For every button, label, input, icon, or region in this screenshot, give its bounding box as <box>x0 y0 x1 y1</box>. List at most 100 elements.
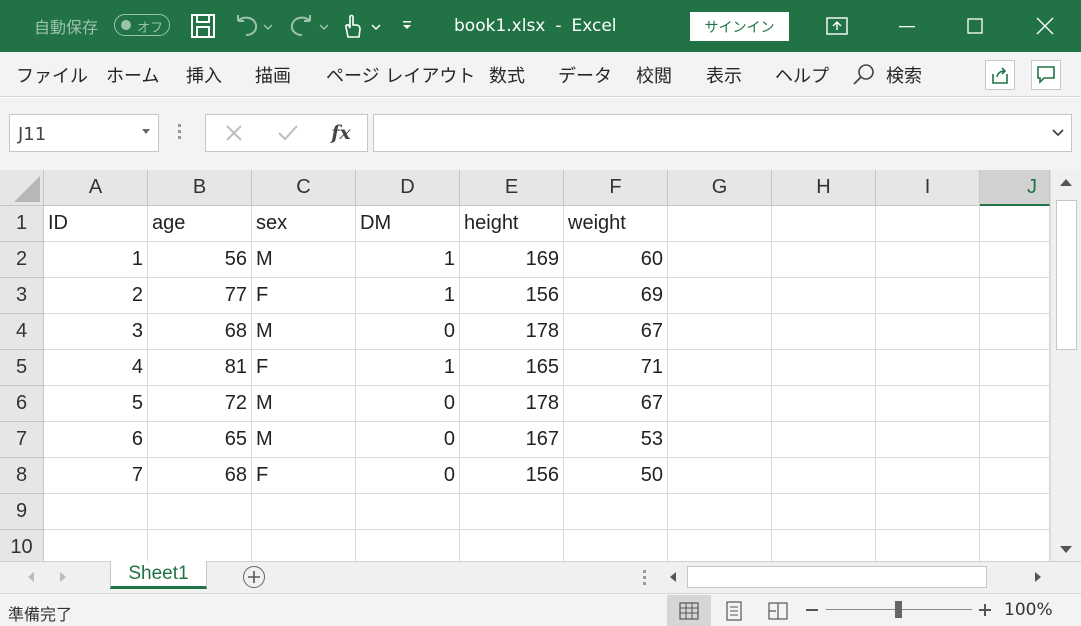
row-header-5[interactable]: 5 <box>0 350 44 386</box>
cell-a9[interactable] <box>44 494 148 530</box>
maximize-button[interactable] <box>940 0 1010 52</box>
touch-mode-button[interactable] <box>340 0 384 52</box>
cell-h3[interactable] <box>772 278 876 314</box>
cell-e3[interactable]: 156 <box>460 278 564 314</box>
cell-c5[interactable]: F <box>252 350 356 386</box>
row-header-7[interactable]: 7 <box>0 422 44 458</box>
cell-a3[interactable]: 2 <box>44 278 148 314</box>
autosave-toggle[interactable]: オフ <box>114 14 170 36</box>
cell-b4[interactable]: 68 <box>148 314 252 350</box>
cell-h5[interactable] <box>772 350 876 386</box>
close-button[interactable] <box>1010 0 1080 52</box>
cell-e4[interactable]: 178 <box>460 314 564 350</box>
cell-b10[interactable] <box>148 530 252 561</box>
cell-i1[interactable] <box>876 206 980 242</box>
cell-i6[interactable] <box>876 386 980 422</box>
cell-f8[interactable]: 50 <box>564 458 668 494</box>
row-header-3[interactable]: 3 <box>0 278 44 314</box>
cell-h7[interactable] <box>772 422 876 458</box>
cell-d3[interactable]: 1 <box>356 278 460 314</box>
scroll-up-icon[interactable] <box>1060 179 1072 186</box>
row-header-4[interactable]: 4 <box>0 314 44 350</box>
row-header-1[interactable]: 1 <box>0 206 44 242</box>
row-header-2[interactable]: 2 <box>0 242 44 278</box>
cell-c1[interactable]: sex <box>252 206 356 242</box>
column-header-i[interactable]: I <box>876 170 980 206</box>
column-header-c[interactable]: C <box>252 170 356 206</box>
cell-h9[interactable] <box>772 494 876 530</box>
cell-j6[interactable] <box>980 386 1050 422</box>
cell-f4[interactable]: 67 <box>564 314 668 350</box>
insert-function-button[interactable]: fx <box>321 115 361 151</box>
sheet-tab-sheet1[interactable]: Sheet1 <box>110 561 207 589</box>
cell-i4[interactable] <box>876 314 980 350</box>
cell-j1[interactable] <box>980 206 1050 242</box>
cell-j3[interactable] <box>980 278 1050 314</box>
cell-g4[interactable] <box>668 314 772 350</box>
cell-j8[interactable] <box>980 458 1050 494</box>
tab-home[interactable]: ホーム <box>106 52 159 97</box>
column-header-j[interactable]: J <box>980 170 1050 206</box>
spreadsheet-grid[interactable]: A B C D E F G H I J 1 ID age sex DM height weight 2 1 56 M 1 1… <box>0 170 1050 561</box>
zoom-level[interactable]: 100% <box>1004 600 1053 620</box>
tab-insert[interactable]: 挿入 <box>186 52 222 97</box>
cell-g5[interactable] <box>668 350 772 386</box>
cell-j9[interactable] <box>980 494 1050 530</box>
cell-a2[interactable]: 1 <box>44 242 148 278</box>
formula-bar-resize-handle[interactable] <box>177 124 183 140</box>
cell-d6[interactable]: 0 <box>356 386 460 422</box>
zoom-slider-thumb[interactable] <box>895 601 902 618</box>
page-break-view-button[interactable] <box>756 595 800 626</box>
formula-input[interactable] <box>373 114 1072 152</box>
cell-i8[interactable] <box>876 458 980 494</box>
cell-d5[interactable]: 1 <box>356 350 460 386</box>
comments-button[interactable] <box>1031 60 1061 90</box>
cell-d9[interactable] <box>356 494 460 530</box>
cell-g7[interactable] <box>668 422 772 458</box>
cell-c4[interactable]: M <box>252 314 356 350</box>
cell-g1[interactable] <box>668 206 772 242</box>
cell-e1[interactable]: height <box>460 206 564 242</box>
cell-g2[interactable] <box>668 242 772 278</box>
cancel-button[interactable] <box>214 115 254 151</box>
cell-f7[interactable]: 53 <box>564 422 668 458</box>
ribbon-display-button[interactable] <box>802 0 872 52</box>
row-header-10[interactable]: 10 <box>0 530 44 561</box>
cell-e5[interactable]: 165 <box>460 350 564 386</box>
cell-c3[interactable]: F <box>252 278 356 314</box>
name-box[interactable]: J11 <box>9 114 159 152</box>
zoom-in-button[interactable] <box>978 602 992 616</box>
cell-j5[interactable] <box>980 350 1050 386</box>
tab-data[interactable]: データ <box>558 52 612 97</box>
cell-g9[interactable] <box>668 494 772 530</box>
row-header-8[interactable]: 8 <box>0 458 44 494</box>
cell-f10[interactable] <box>564 530 668 561</box>
tab-formulas[interactable]: 数式 <box>489 52 525 97</box>
cell-c9[interactable] <box>252 494 356 530</box>
undo-button[interactable] <box>232 0 276 52</box>
scroll-right-icon[interactable] <box>1035 572 1041 582</box>
cell-i5[interactable] <box>876 350 980 386</box>
cell-h6[interactable] <box>772 386 876 422</box>
vertical-scrollbar[interactable] <box>1050 170 1081 561</box>
cell-j2[interactable] <box>980 242 1050 278</box>
cell-e9[interactable] <box>460 494 564 530</box>
cell-d4[interactable]: 0 <box>356 314 460 350</box>
column-header-g[interactable]: G <box>668 170 772 206</box>
cell-d8[interactable]: 0 <box>356 458 460 494</box>
cell-a5[interactable]: 4 <box>44 350 148 386</box>
cell-g10[interactable] <box>668 530 772 561</box>
cell-b7[interactable]: 65 <box>148 422 252 458</box>
cell-e6[interactable]: 178 <box>460 386 564 422</box>
cell-i9[interactable] <box>876 494 980 530</box>
page-layout-view-button[interactable] <box>712 595 756 626</box>
cell-c7[interactable]: M <box>252 422 356 458</box>
cell-f1[interactable]: weight <box>564 206 668 242</box>
cell-e2[interactable]: 169 <box>460 242 564 278</box>
cell-h8[interactable] <box>772 458 876 494</box>
cell-a1[interactable]: ID <box>44 206 148 242</box>
cell-b1[interactable]: age <box>148 206 252 242</box>
cell-c8[interactable]: F <box>252 458 356 494</box>
cell-b2[interactable]: 56 <box>148 242 252 278</box>
cell-d2[interactable]: 1 <box>356 242 460 278</box>
